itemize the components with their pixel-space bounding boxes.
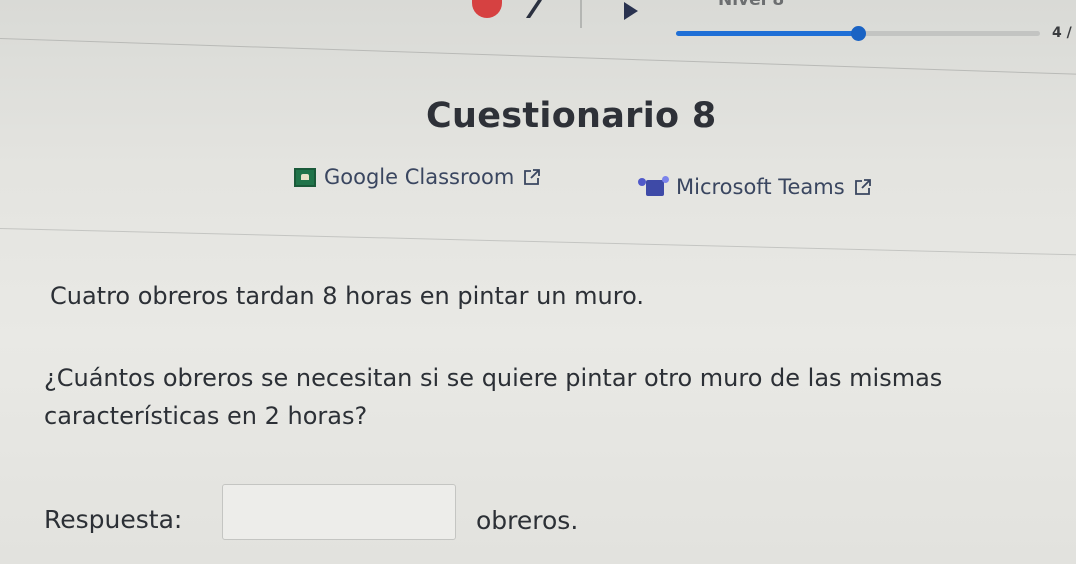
microsoft-teams-link[interactable]: Microsoft Teams — [638, 175, 873, 199]
microsoft-teams-icon — [638, 176, 669, 198]
progress-count: 4 / — [1052, 25, 1072, 41]
progress-knob — [851, 26, 866, 41]
answer-unit: obreros. — [476, 506, 579, 535]
level-label: Nivel 8 — [718, 0, 785, 10]
google-classroom-icon — [294, 167, 316, 187]
top-toolbar: Nivel 8 4 / — [0, 0, 1076, 44]
page-title: Cuestionario 8 — [426, 96, 717, 136]
record-dot-icon[interactable] — [472, 0, 502, 18]
answer-label: Respuesta: — [44, 505, 183, 534]
progress-bar — [676, 26, 1040, 41]
play-icon[interactable] — [624, 2, 638, 20]
google-classroom-link[interactable]: Google Classroom — [294, 165, 542, 189]
google-classroom-label: Google Classroom — [324, 165, 515, 189]
question-statement: Cuatro obreros tardan 8 horas en pintar … — [50, 282, 644, 310]
answer-input[interactable] — [222, 484, 456, 540]
toolbar-divider — [580, 0, 582, 28]
question-prompt-line1: ¿Cuántos obreros se necesitan si se quie… — [44, 364, 943, 392]
external-link-icon — [854, 179, 871, 195]
external-link-icon — [524, 169, 541, 185]
pen-icon[interactable] — [518, 0, 548, 18]
progress-fill — [676, 31, 858, 36]
microsoft-teams-label: Microsoft Teams — [676, 175, 845, 199]
section-divider — [0, 228, 1076, 256]
question-prompt-line2: características en 2 horas? — [44, 402, 368, 430]
